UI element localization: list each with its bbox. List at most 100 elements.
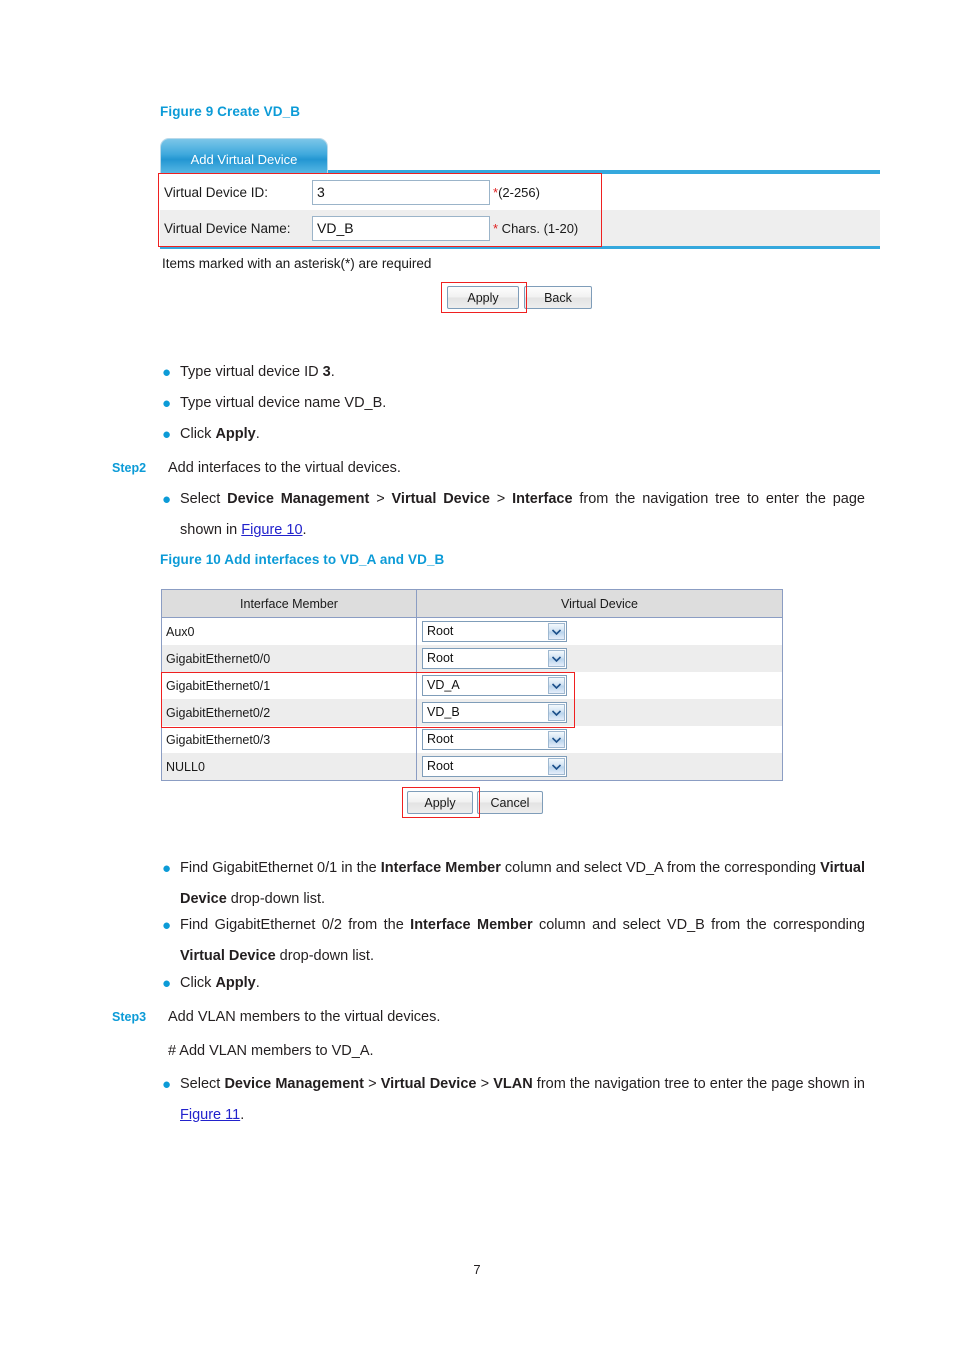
click-apply-bold: Apply [215,975,256,991]
virtual-device-name-input[interactable]: VD_B [312,215,490,241]
bullet-dot-icon: ● [162,395,172,412]
step3-b-p3: > [476,1076,494,1092]
cell-virtual-device: VD_B [416,699,783,726]
virtual-device-name-label: Virtual Device Name: [164,220,291,236]
form-row-virtual-device-id: Virtual Device ID: 3 *(2-256) [160,174,880,210]
step-2-text: Add interfaces to the virtual devices. [168,460,401,476]
step3-b-p1: Select [180,1076,225,1092]
bullet1-bold: 3 [322,364,331,380]
virtual-device-select-ge0-2[interactable]: VD_B [422,702,567,723]
f10b1-p2: column and select VD_A from the correspo… [500,860,821,876]
f10b1-p3: drop-down list. [226,891,326,907]
f10b1-b1: Interface Member [380,860,501,876]
list-item: ● Select Device Management > Virtual Dev… [160,484,865,546]
cell-virtual-device: Root [417,618,783,646]
step2-b-b3: Interface [512,491,573,507]
figure-10-cancel-button[interactable]: Cancel [477,791,543,814]
bullet-dot-icon: ● [162,975,172,992]
table-row: NULL0 Root [161,753,783,781]
table-row: GigabitEthernet0/3 Root [161,726,783,753]
figure-9-apply-label: Apply [467,290,499,305]
step-3-label: Step3 [112,1010,147,1024]
chevron-down-icon[interactable] [548,758,565,775]
virtual-device-id-input[interactable]: 3 [312,179,490,205]
tab-add-virtual-device[interactable]: Add Virtual Device [160,138,328,173]
bullet-dot-icon: ● [162,364,172,381]
interface-member-table: Interface Member Virtual Device Aux0 Roo… [161,589,783,781]
virtual-device-id-range: (2-256) [498,184,540,200]
list-item: ● Click Apply. [160,419,860,450]
list-item-text: Find GigabitEthernet 0/1 in the Interfac… [180,853,865,915]
list-item-text: Select Device Management > Virtual Devic… [180,1069,865,1131]
virtual-device-select-null0[interactable]: Root [422,756,567,777]
list-item-text: Click Apply. [180,419,860,450]
table-row: Aux0 Root [161,617,783,646]
virtual-device-name-hint: * Chars. (1-20) [493,221,578,236]
list-item-text: Find GigabitEthernet 0/2 from the Interf… [180,910,865,972]
virtual-device-id-hint: *(2-256) [493,185,540,200]
table-row: GigabitEthernet0/1 VD_A [161,672,783,699]
list-item: ● Find GigabitEthernet 0/2 from the Inte… [160,910,865,972]
cell-interface-member: NULL0 [161,753,417,781]
step-2-label: Step2 [112,461,147,475]
chevron-down-icon[interactable] [548,704,565,721]
figure-10-button-bar: Apply Cancel [161,787,783,818]
select-value: Root [427,759,454,773]
select-value: Root [427,624,454,638]
chevron-down-icon[interactable] [548,623,565,640]
cell-interface-member: GigabitEthernet0/1 [161,672,417,699]
select-value: Root [427,651,454,665]
page-number: 7 [473,1262,481,1277]
figure-10-caption: Figure 10 Add interfaces to VD_A and VD_… [160,552,445,567]
cell-virtual-device: Root [416,753,783,781]
virtual-device-select-ge0-1[interactable]: VD_A [422,675,567,696]
chevron-down-icon[interactable] [548,677,565,694]
step-3: Step3 Add VLAN members to the virtual de… [112,1002,872,1033]
step-2: Step2 Add interfaces to the virtual devi… [112,453,872,484]
select-value: VD_B [427,705,460,719]
figure-9-apply-button[interactable]: Apply [447,286,519,309]
figure-10-screenshot: Interface Member Virtual Device Aux0 Roo… [161,589,783,818]
figure-9-button-bar: Apply Back [160,282,880,313]
select-value: VD_A [427,678,460,692]
figure-10-crossref-link[interactable]: Figure 10 [241,522,302,538]
f10b2-p1: Find GigabitEthernet 0/2 from the [180,917,411,933]
figure-10-apply-button[interactable]: Apply [407,791,473,814]
step2-b-b1: Device Management [227,491,370,507]
chevron-down-icon[interactable] [548,731,565,748]
list-item: ● Find GigabitEthernet 0/1 in the Interf… [160,853,865,915]
figure-9-back-button[interactable]: Back [524,286,592,309]
cell-virtual-device: Root [416,645,783,672]
step3-b-b3: VLAN [493,1076,533,1092]
bullet-dot-icon: ● [162,426,172,443]
bullet3-bold: Apply [215,426,256,442]
f10b2-p3: drop-down list. [275,948,374,964]
figure-10-apply-label: Apply [424,795,456,810]
step2-b-p1: Select [180,491,228,507]
column-header-virtual-device: Virtual Device [416,589,783,618]
virtual-device-select-ge0-3[interactable]: Root [422,729,567,750]
cell-virtual-device: Root [417,726,783,753]
form-bottom-rule [160,246,880,249]
step-3-text: Add VLAN members to the virtual devices. [168,1009,441,1025]
virtual-device-id-label: Virtual Device ID: [164,184,269,200]
list-item: ● Click Apply. [160,968,865,999]
click-apply-pre: Click [180,975,216,991]
virtual-device-select-ge0-0[interactable]: Root [422,648,567,669]
figure-11-crossref-link[interactable]: Figure 11 [180,1107,240,1123]
f10b1-p1: Find GigabitEthernet 0/1 in the [180,860,381,876]
step2-b-b2: Virtual Device [391,491,490,507]
column-header-interface-member: Interface Member [161,589,417,618]
bullet-dot-icon: ● [162,1076,172,1093]
virtual-device-select-aux0[interactable]: Root [422,621,567,642]
figure-9-screenshot: Add Virtual Device Virtual Device ID: 3 … [158,138,880,313]
bullet3-post: . [255,426,260,442]
figure-9-back-label: Back [544,290,572,305]
chevron-down-icon[interactable] [548,650,565,667]
document-page: Figure 9 Create VD_B Add Virtual Device … [0,0,954,1350]
form-rows: Virtual Device ID: 3 *(2-256) Virtual De… [158,173,880,247]
f10b2-b1: Interface Member [410,917,533,933]
step3-b-b2: Virtual Device [380,1076,477,1092]
virtual-device-name-range: Chars. (1-20) [498,220,579,236]
step-3-note: # Add VLAN members to VD_A. [168,1043,374,1059]
